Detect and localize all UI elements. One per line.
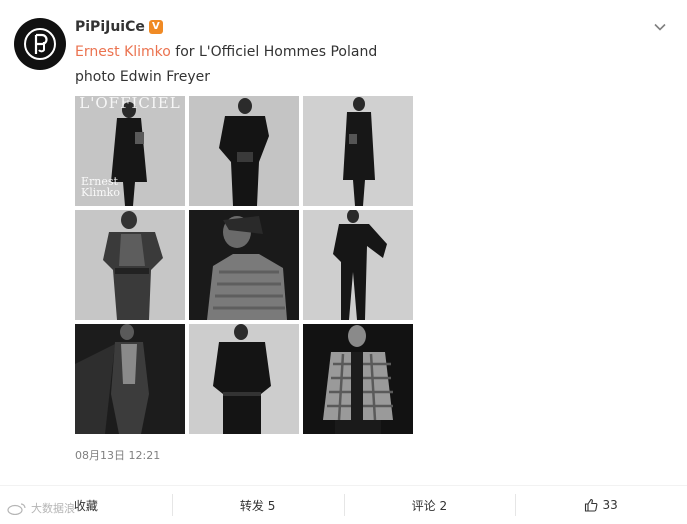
post-text-line-1: Ernest Klimko for L'Officiel Hommes Pola… xyxy=(75,44,377,60)
author-name[interactable]: PiPiJuiCe xyxy=(75,19,145,35)
photo-thumbnail-6[interactable] xyxy=(303,210,413,320)
thumbs-up-icon xyxy=(585,498,598,512)
post-text-line-2: photo Edwin Freyer xyxy=(75,69,210,85)
watermark-text: 大数据浪 xyxy=(31,502,75,515)
post-text: for L'Officiel Hommes Poland xyxy=(170,44,378,60)
photo-thumbnail-4[interactable] xyxy=(75,210,185,320)
repost-button[interactable]: 转发 5 xyxy=(171,486,344,524)
photo-thumbnail-7[interactable] xyxy=(75,324,185,434)
photo-thumbnail-9[interactable] xyxy=(303,324,413,434)
weibo-logo-icon xyxy=(7,503,26,515)
photo-thumbnail-2[interactable] xyxy=(189,96,299,206)
chevron-down-icon[interactable] xyxy=(653,20,667,34)
cover-masthead: L'OFFICIEL xyxy=(79,96,181,112)
photo-thumbnail-8[interactable] xyxy=(189,324,299,434)
post-timestamp[interactable]: 08月13日 12:21 xyxy=(75,447,160,463)
cover-name: Ernest Klimko xyxy=(81,175,120,199)
comment-label: 评论 2 xyxy=(411,498,448,513)
photo-thumbnail-5[interactable] xyxy=(189,210,299,320)
avatar[interactable] xyxy=(14,18,66,70)
watermark: 大数据浪 xyxy=(6,500,75,516)
pj-monogram-icon xyxy=(15,19,65,69)
post-author[interactable]: PiPiJuiCe V xyxy=(75,19,163,35)
verified-badge-icon: V xyxy=(148,20,163,34)
photo-thumbnail-3[interactable] xyxy=(303,96,413,206)
repost-label: 转发 5 xyxy=(239,498,276,513)
photo-thumbnail-1[interactable]: L'OFFICIEL Ernest Klimko xyxy=(75,96,185,206)
photo-grid: L'OFFICIEL Ernest Klimko xyxy=(75,96,413,434)
like-count: 33 xyxy=(602,498,618,512)
like-button[interactable]: 33 xyxy=(515,486,687,524)
favorite-label: 收藏 xyxy=(73,498,98,513)
mention-link[interactable]: Ernest Klimko xyxy=(75,44,171,60)
action-bar: 收藏 转发 5 评论 2 33 xyxy=(0,485,687,524)
comment-button[interactable]: 评论 2 xyxy=(343,486,516,524)
